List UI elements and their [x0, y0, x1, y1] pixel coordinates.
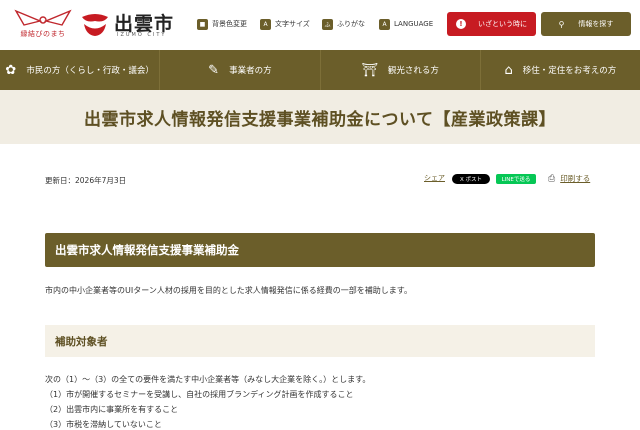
body-line: 次の（1）～（3）の全ての要件を満たす中小企業者等（みなし大企業を除く。）としま…: [45, 375, 371, 384]
section-heading: 出雲市求人情報発信支援事業補助金: [45, 233, 595, 267]
page-title: 出雲市求人情報発信支援事業補助金について【産業政策課】: [84, 109, 556, 130]
nav-item-citizens[interactable]: ✿ 市民の方（くらし・行政・議会）: [0, 50, 159, 90]
nav-item-label: 事業者の方: [229, 66, 272, 76]
site-header: 縁結びのまち 出雲市 IZUMO CITY ■ 背景色変更 A 文字サイズ ふ …: [0, 0, 640, 50]
subsection-heading: 補助対象者: [45, 325, 595, 357]
language-icon: A: [379, 18, 390, 30]
nav-item-label: 市民の方（くらし・行政・議会）: [26, 66, 154, 76]
lead-paragraph: 市内の中小企業者等のUIターン人材の採用を目的とした求人情報発信に係る経費の一部…: [45, 286, 413, 295]
global-nav: ✿ 市民の方（くらし・行政・議会） ✎ 事業者の方 ⛩ 観光される方 ⌂ 移住・…: [0, 50, 640, 90]
info-search-button[interactable]: ⚲ 情報を探す: [541, 12, 631, 36]
emergency-button[interactable]: ! いざという時に: [447, 12, 536, 36]
bg-color-button[interactable]: ■ 背景色変更: [197, 15, 247, 33]
search-icon: ⚲: [558, 19, 565, 29]
info-search-label: 情報を探す: [578, 20, 614, 28]
knot-icon: [14, 9, 72, 26]
body-line: （2）出雲市内に事業所を有すること: [45, 405, 179, 414]
print-link[interactable]: ⎙ 印刷する: [548, 173, 590, 184]
city-emblem-icon[interactable]: [80, 9, 110, 39]
furigana-icon: ふ: [322, 18, 333, 30]
furigana-button[interactable]: ふ ふりがな: [322, 15, 365, 33]
font-size-button[interactable]: A 文字サイズ: [260, 15, 310, 33]
enmusubi-logo[interactable]: 縁結びのまち: [10, 7, 76, 45]
share-label: シェア: [424, 174, 445, 182]
updated-date: 更新日：2026年7月3日: [45, 176, 127, 185]
enmusubi-text: 縁結びのまち: [20, 30, 66, 38]
pen-icon: ✎: [208, 62, 220, 78]
body-line: （1）市が開催するセミナーを受講し、自社の採用ブランディング計画を作成すること: [45, 390, 354, 399]
language-label: LANGUAGE: [394, 20, 434, 28]
printer-icon: ⎙: [548, 173, 556, 184]
eligibility-list: 次の（1）～（3）の全ての要件を満たす中小企業者等（みなし大企業を除く。）としま…: [45, 372, 370, 430]
language-button[interactable]: A LANGUAGE: [379, 15, 433, 33]
alert-icon: !: [456, 19, 466, 29]
palette-icon: ■: [197, 18, 208, 30]
line-share-button[interactable]: LINEで送る: [496, 174, 536, 184]
x-post-button[interactable]: X ポスト: [452, 174, 490, 184]
nav-item-label: 観光される方: [387, 66, 439, 76]
nav-item-business[interactable]: ✎ 事業者の方: [159, 50, 319, 90]
nav-item-migration[interactable]: ⌂ 移住・定住をお考えの方: [479, 50, 640, 90]
bg-color-label: 背景色変更: [212, 20, 247, 28]
body-line: （3）市税を滞納していないこと: [45, 420, 162, 429]
city-sub: IZUMO CITY: [117, 32, 167, 38]
torii-icon: ⛩: [361, 62, 378, 78]
print-label: 印刷する: [560, 174, 591, 183]
page-title-band: 出雲市求人情報発信支援事業補助金について【産業政策課】: [0, 90, 640, 144]
emergency-label: いざという時に: [478, 20, 527, 28]
furigana-label: ふりがな: [337, 20, 365, 28]
flower-icon: ✿: [5, 62, 17, 78]
font-size-icon: A: [260, 18, 271, 30]
nav-item-label: 移住・定住をお考えの方: [522, 66, 617, 76]
house-icon: ⌂: [504, 62, 513, 78]
nav-item-tourism[interactable]: ⛩ 観光される方: [319, 50, 480, 90]
font-size-label: 文字サイズ: [275, 20, 310, 28]
